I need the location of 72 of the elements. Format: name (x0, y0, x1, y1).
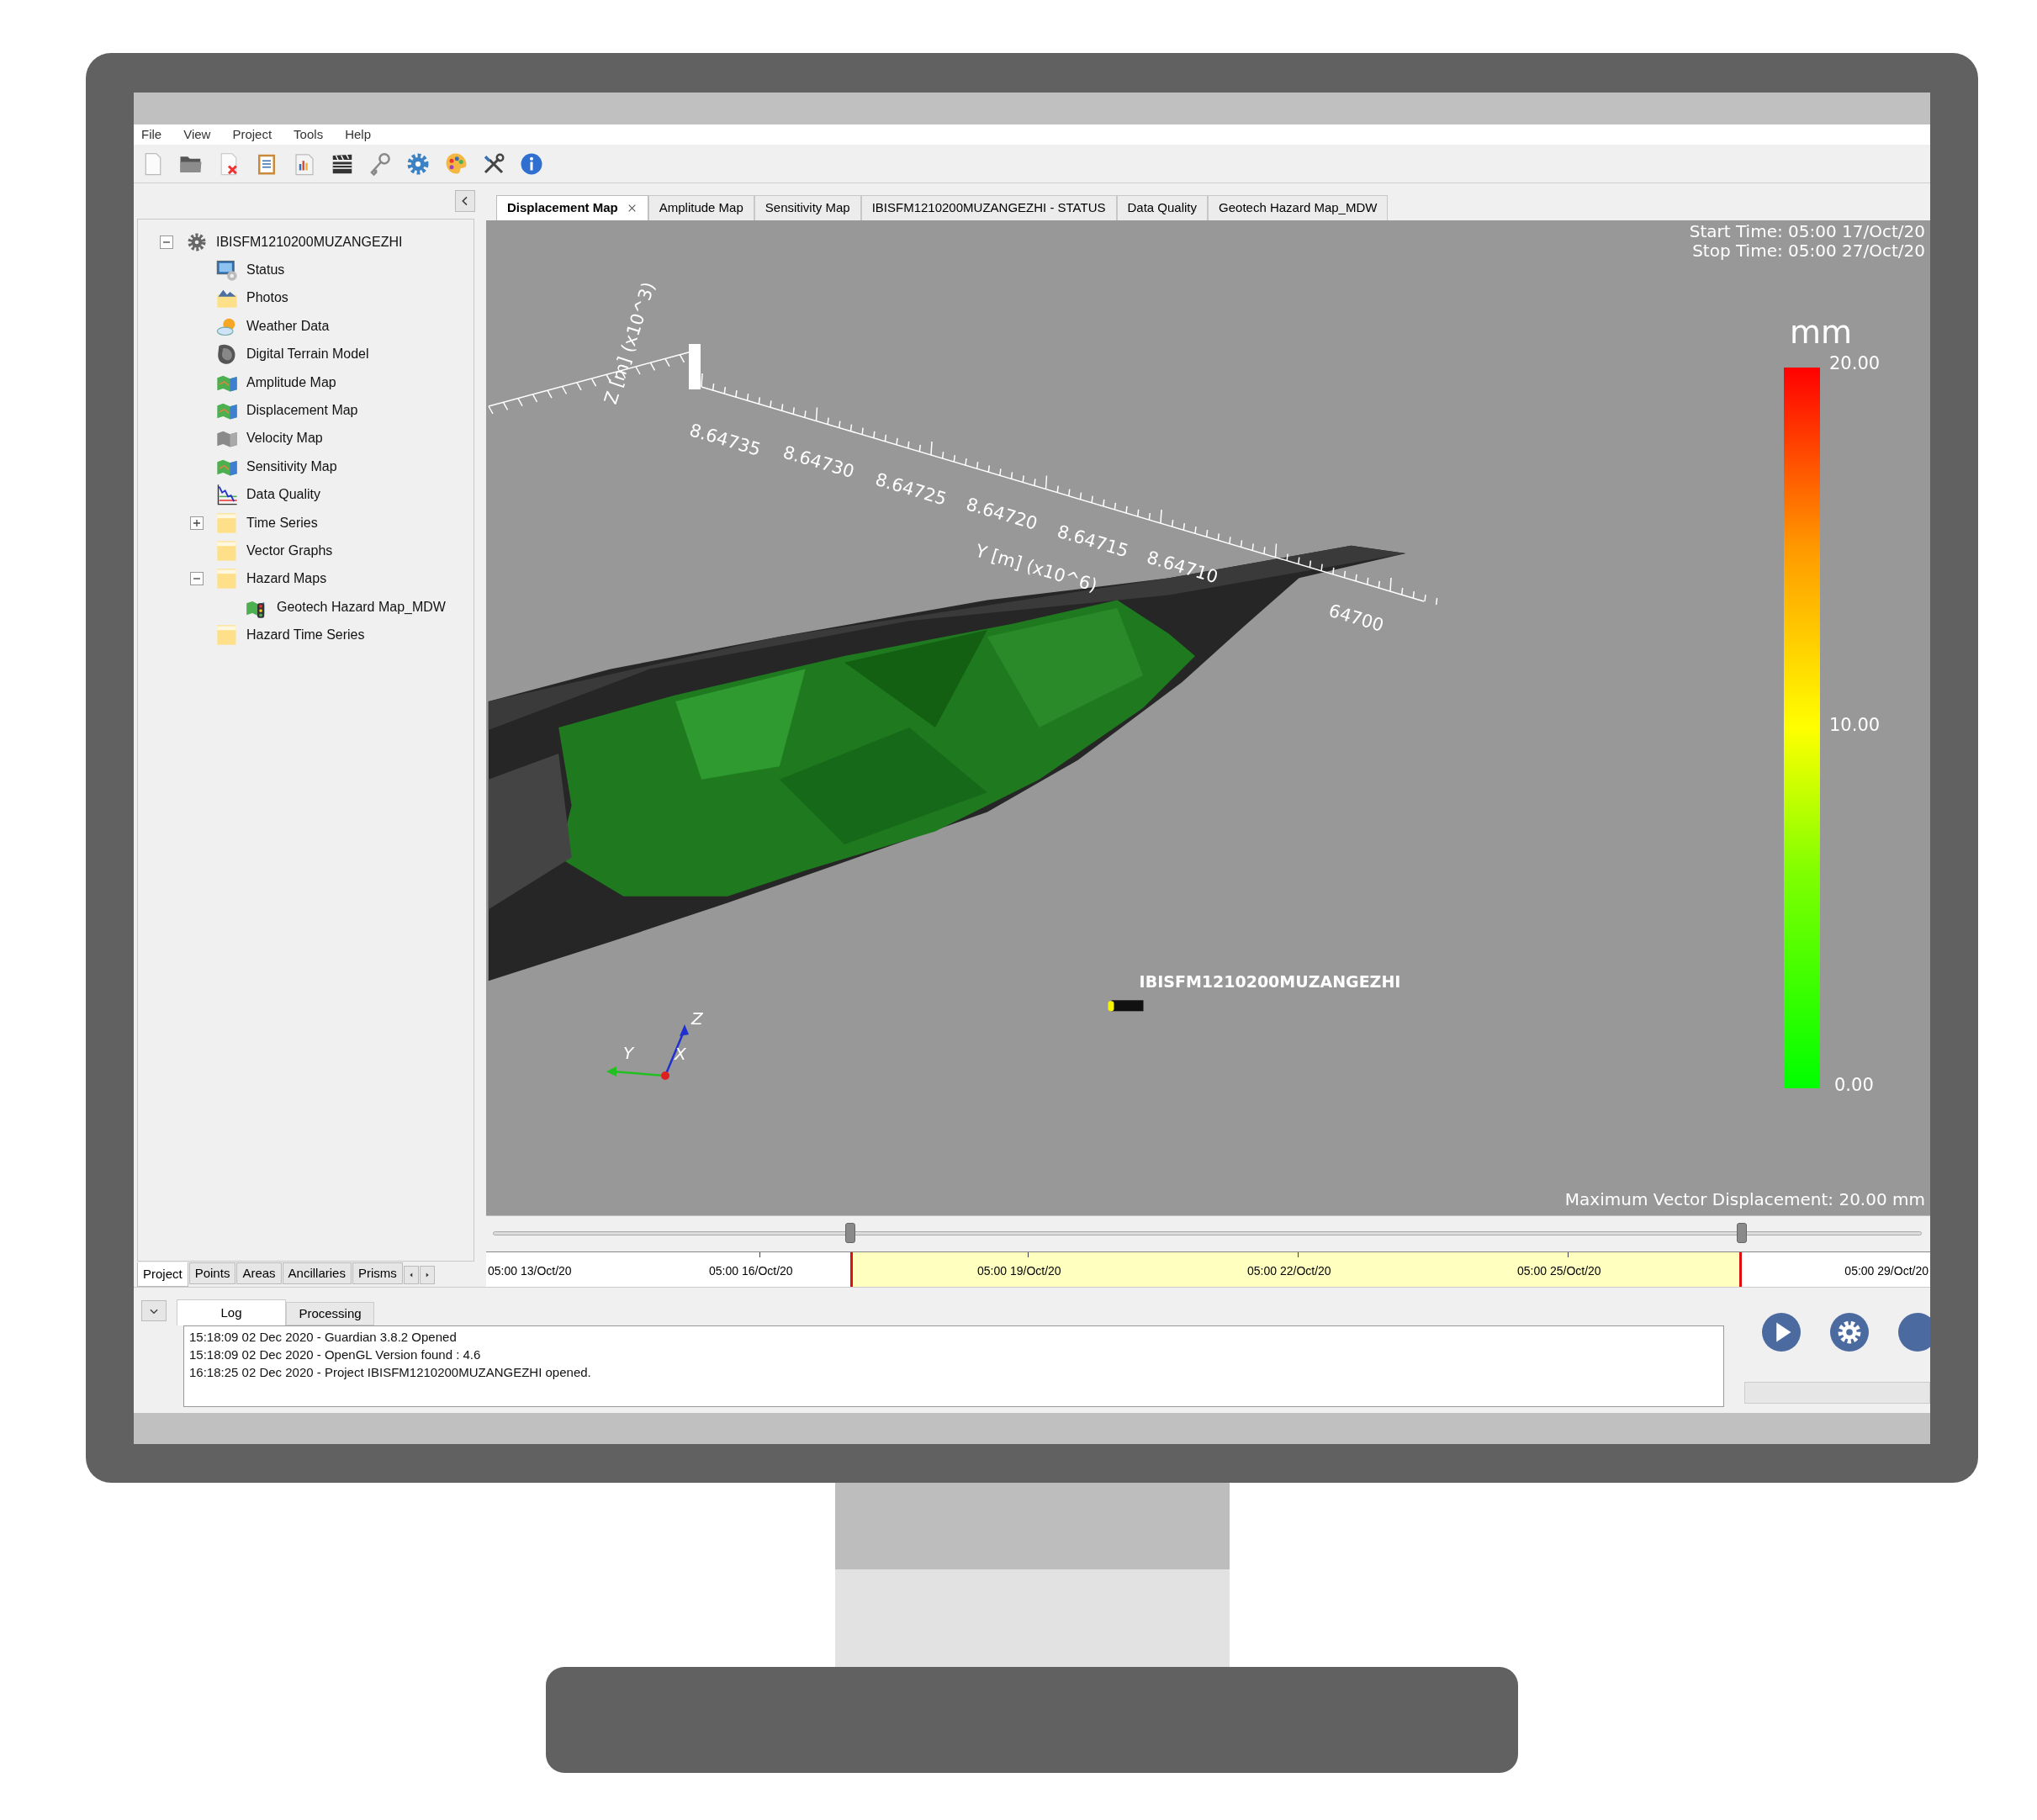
panel-tab[interactable]: Points (188, 1262, 236, 1284)
document-tab[interactable]: Displacement Map (496, 195, 648, 220)
timeline-date: 05:00 19/Oct/20 (977, 1263, 1061, 1279)
tree-item[interactable]: Digital Terrain Model (246, 344, 369, 365)
log-tab[interactable]: Processing (286, 1302, 374, 1325)
menu-item[interactable]: File (141, 124, 162, 145)
max-displacement-label: Maximum Vector Displacement: 20.00 mm (1564, 1188, 1925, 1211)
panel-tab[interactable]: Prisms (352, 1262, 403, 1284)
slider-thumb[interactable] (844, 1223, 855, 1243)
settings-button[interactable] (1830, 1313, 1869, 1352)
marker-label: IBISFM1210200MUZANGEZHI (1139, 971, 1401, 991)
tree-item[interactable]: Weather Data (246, 315, 330, 336)
timeline-date: 05:00 16/Oct/20 (709, 1263, 793, 1279)
tree-item[interactable]: Sensitivity Map (246, 456, 337, 477)
folder-icon (215, 567, 239, 591)
folder-icon (215, 623, 239, 648)
folder-icon (215, 511, 239, 535)
axis-letter: Y (623, 1043, 634, 1063)
expand-toggle[interactable] (190, 516, 204, 530)
tree-item[interactable]: Displacement Map (246, 400, 358, 421)
scale-label: 0.00 (1834, 1074, 1874, 1097)
menu-item[interactable]: Project (232, 124, 272, 145)
round-button[interactable] (1898, 1313, 1930, 1352)
log-tab[interactable]: Log (177, 1299, 286, 1325)
timeline-date: 05:00 25/Oct/20 (1517, 1263, 1601, 1279)
expand-toggle[interactable] (160, 235, 173, 249)
legend-unit: mm (1790, 313, 1853, 352)
tree-item[interactable]: Geotech Hazard Map_MDW (277, 596, 446, 617)
stop-time-label: Stop Time: 05:00 27/Oct/20 (1692, 241, 1925, 261)
axis-letter: X (675, 1044, 686, 1064)
expand-toggle[interactable] (190, 572, 204, 586)
monitor-icon (215, 258, 239, 283)
tree-item[interactable]: Status (246, 260, 285, 281)
tree-item[interactable]: Hazard Time Series (246, 625, 365, 646)
collapse-log-button[interactable] (141, 1300, 167, 1321)
scale-label: 10.00 (1829, 714, 1881, 737)
play-button[interactable] (1762, 1313, 1801, 1352)
scale-label: 20.00 (1829, 352, 1881, 375)
tree-item[interactable]: Vector Graphs (246, 541, 333, 561)
axis-tick-label: 64700 (1326, 600, 1387, 636)
tree-item[interactable]: Hazard Maps (246, 569, 327, 590)
document-tab[interactable]: Geotech Hazard Map_MDW (1208, 195, 1389, 220)
timeline-date: 05:00 13/Oct/20 (488, 1263, 572, 1279)
document-tab[interactable]: Data Quality (1116, 195, 1209, 220)
tree-item[interactable]: Data Quality (246, 484, 321, 505)
panel-tab[interactable]: Project (137, 1262, 188, 1287)
panel-tab[interactable]: Areas (236, 1262, 282, 1284)
log-line: 16:18:25 02 Dec 2020 - Project IBISFM1210200MUZANGEZHI opened. (189, 1364, 592, 1381)
tree-item[interactable]: IBISFM1210200MUZANGEZHI (216, 231, 403, 252)
log-line: 15:18:09 02 Dec 2020 - OpenGL Version found : 4.6 (189, 1346, 482, 1363)
tree-item[interactable]: Velocity Map (246, 428, 323, 449)
menu-item[interactable]: Help (345, 124, 371, 145)
document-tab[interactable]: Sensitivity Map (754, 195, 861, 220)
tree-item[interactable]: Time Series (246, 512, 318, 533)
device-marker-icon (1108, 1000, 1144, 1012)
folder-icon (215, 539, 239, 563)
timeline-date: 05:00 22/Oct/20 (1247, 1263, 1331, 1279)
start-time-label: Start Time: 05:00 17/Oct/20 (1689, 222, 1925, 241)
collapse-panel-button[interactable] (455, 190, 475, 212)
axis-letter: Z (691, 1008, 703, 1029)
line-chart-icon (215, 483, 239, 507)
menu-item[interactable]: Tools (294, 124, 324, 145)
plus-icon (193, 518, 201, 527)
document-tab[interactable]: Amplitude Map (648, 195, 754, 220)
timeline-date: 05:00 29/Oct/20 (1844, 1263, 1929, 1279)
tree-item[interactable]: Photos (246, 288, 288, 309)
menu-item[interactable]: View (183, 124, 211, 145)
log-line: 15:18:09 02 Dec 2020 - Guardian 3.8.2 Opened (189, 1329, 458, 1346)
panel-tab[interactable]: Ancillaries (282, 1262, 352, 1284)
tree-item[interactable]: Amplitude Map (246, 372, 336, 393)
document-tab[interactable]: IBISFM1210200MUZANGEZHI - STATUS (860, 195, 1117, 220)
slider-thumb[interactable] (1736, 1223, 1747, 1243)
